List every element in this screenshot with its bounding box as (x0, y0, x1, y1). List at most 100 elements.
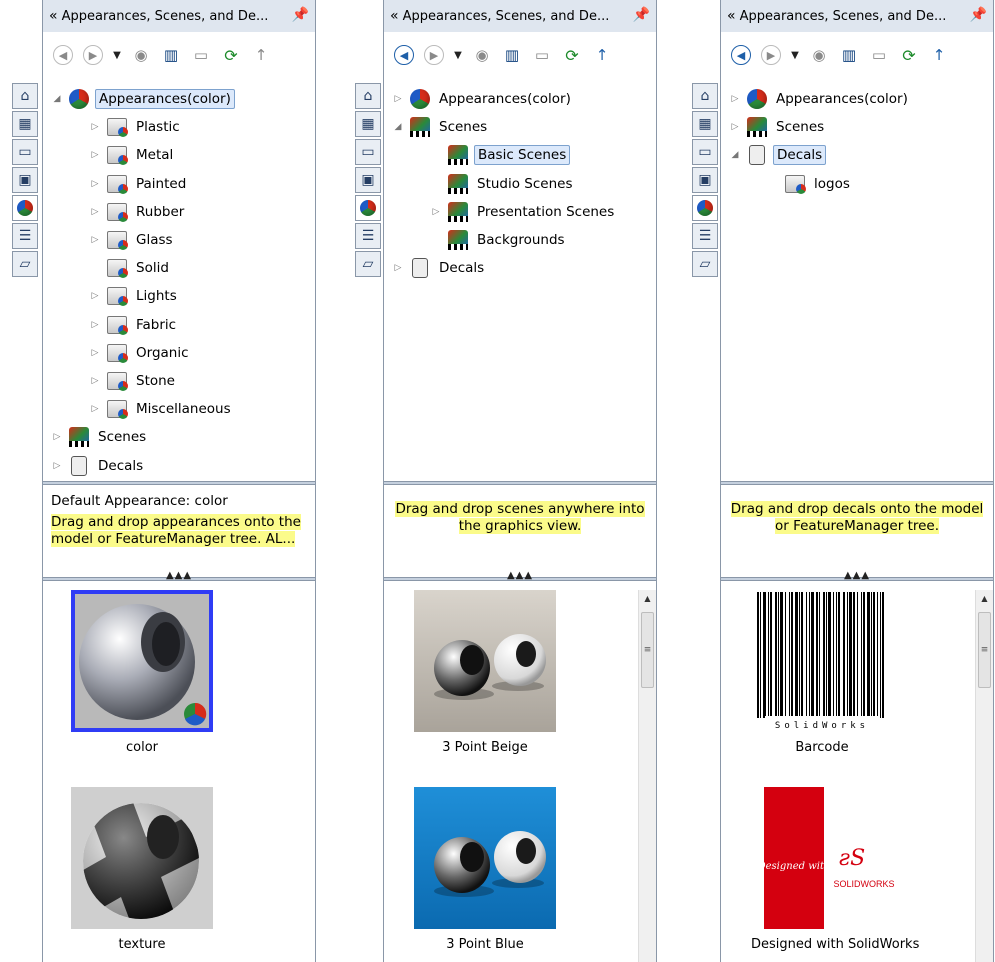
history-dropdown-icon[interactable]: ▼ (113, 45, 121, 65)
splitter-grip-icon[interactable]: ▲▲▲ (844, 571, 870, 581)
properties-icon[interactable]: ☰ (692, 223, 718, 249)
expander-icon[interactable]: ▷ (51, 461, 63, 471)
splitter[interactable] (43, 481, 315, 485)
appearances-icon[interactable] (12, 195, 38, 221)
scroll-up-icon[interactable]: ▲ (976, 590, 993, 607)
expander-icon[interactable]: ▷ (392, 263, 404, 273)
parts-icon[interactable]: ▦ (12, 111, 38, 137)
properties-icon[interactable]: ☰ (355, 223, 381, 249)
parts-icon[interactable]: ▦ (692, 111, 718, 137)
forward-button[interactable]: ▶ (83, 45, 103, 65)
back-button[interactable]: ◀ (731, 45, 751, 65)
folder-icon[interactable]: ▭ (355, 139, 381, 165)
expander-icon[interactable]: ▷ (51, 432, 63, 442)
tree-item[interactable]: ▷ Presentation Scenes (430, 201, 617, 223)
tree-item[interactable]: Basic Scenes (430, 144, 571, 166)
expander-icon[interactable]: ▷ (89, 320, 101, 330)
scroll-thumb[interactable]: ≡ (641, 612, 654, 688)
tree-item[interactable]: Backgrounds (430, 229, 568, 251)
refresh-icon[interactable]: ⟳ (562, 45, 582, 65)
tree-item[interactable]: ▷ Stone (89, 370, 178, 392)
tree-item[interactable]: ▷ Rubber (89, 201, 187, 223)
tree-item[interactable]: ◢ Scenes (392, 116, 490, 138)
tree-item[interactable]: ▷ Decals (392, 257, 487, 279)
up-one-level-icon[interactable]: ↑ (251, 45, 271, 65)
folder-icon[interactable]: ▭ (12, 139, 38, 165)
tree-item[interactable]: ▷ Fabric (89, 314, 179, 336)
pin-icon[interactable]: 📌 (970, 7, 987, 23)
refresh-icon[interactable]: ⟳ (221, 45, 241, 65)
design-library-icon[interactable]: ▣ (355, 167, 381, 193)
add-to-library-icon[interactable]: ◉ (809, 45, 829, 65)
expander-icon[interactable]: ▷ (89, 291, 101, 301)
gallery-item[interactable]: SolidWorks Barcode (751, 590, 893, 755)
add-part-icon[interactable]: ▥ (839, 45, 859, 65)
gallery-item[interactable]: color (71, 590, 213, 755)
appearances-icon[interactable] (692, 195, 718, 221)
tree-item[interactable]: ▷ Appearances(color) (392, 88, 574, 110)
collapse-chevron-icon[interactable]: « (390, 8, 399, 24)
history-dropdown-icon[interactable]: ▼ (454, 45, 462, 65)
tree-item[interactable]: ▷ Scenes (51, 426, 149, 448)
scroll-up-icon[interactable]: ▲ (639, 590, 656, 607)
tree-item[interactable]: ▷ Plastic (89, 116, 183, 138)
appearances-icon[interactable] (355, 195, 381, 221)
splitter[interactable] (721, 481, 993, 485)
expander-icon[interactable]: ◢ (51, 94, 63, 104)
tree-item[interactable]: ▷ Organic (89, 342, 192, 364)
expander-icon[interactable]: ▷ (729, 122, 741, 132)
splitter-grip-icon[interactable]: ▲▲▲ (166, 571, 192, 581)
parts-icon[interactable]: ▦ (355, 111, 381, 137)
back-button[interactable]: ◀ (394, 45, 414, 65)
design-library-icon[interactable]: ▣ (12, 167, 38, 193)
expander-icon[interactable]: ▷ (89, 207, 101, 217)
back-button[interactable]: ◀ (53, 45, 73, 65)
tree-item[interactable]: ◢ Decals (729, 144, 827, 166)
tree-item[interactable]: ▷ Appearances(color) (729, 88, 911, 110)
expander-icon[interactable]: ▷ (89, 235, 101, 245)
home-icon[interactable]: ⌂ (692, 83, 718, 109)
tree-item[interactable]: ◢ Appearances(color) (51, 88, 235, 110)
gallery-item[interactable]: texture (71, 787, 213, 952)
home-icon[interactable]: ⌂ (12, 83, 38, 109)
splitter-grip-icon[interactable]: ▲▲▲ (507, 571, 533, 581)
gallery-item[interactable]: 3 Point Blue (414, 787, 556, 952)
tree-item[interactable]: logos (767, 173, 853, 195)
vertical-scrollbar[interactable]: ▲ ≡ (975, 590, 993, 962)
design-library-icon[interactable]: ▣ (692, 167, 718, 193)
expander-icon[interactable]: ▷ (89, 348, 101, 358)
add-folder-icon[interactable]: ▭ (869, 45, 889, 65)
expander-icon[interactable]: ▷ (89, 122, 101, 132)
pin-icon[interactable]: 📌 (292, 7, 309, 23)
expander-icon[interactable]: ▷ (89, 150, 101, 160)
expander-icon[interactable]: ◢ (729, 150, 741, 160)
add-folder-icon[interactable]: ▭ (532, 45, 552, 65)
forum-icon[interactable]: ▱ (692, 251, 718, 277)
forward-button[interactable]: ▶ (424, 45, 444, 65)
add-part-icon[interactable]: ▥ (502, 45, 522, 65)
gallery-item[interactable]: Designed with ƨS SOLIDWORKS Designed with S… (751, 787, 919, 952)
vertical-scrollbar[interactable]: ▲ ≡ (638, 590, 656, 962)
tree-item[interactable]: ▷ Glass (89, 229, 176, 251)
pin-icon[interactable]: 📌 (633, 7, 650, 23)
add-part-icon[interactable]: ▥ (161, 45, 181, 65)
tree-item[interactable]: ▷ Decals (51, 455, 146, 477)
tree-item[interactable]: ▷ Lights (89, 285, 180, 307)
scroll-thumb[interactable]: ≡ (978, 612, 991, 688)
up-one-level-icon[interactable]: ↑ (592, 45, 612, 65)
gallery-item[interactable]: 3 Point Beige (414, 590, 556, 755)
add-folder-icon[interactable]: ▭ (191, 45, 211, 65)
refresh-icon[interactable]: ⟳ (899, 45, 919, 65)
add-to-library-icon[interactable]: ◉ (472, 45, 492, 65)
expander-icon[interactable]: ▷ (729, 94, 741, 104)
tree-item[interactable]: Studio Scenes (430, 173, 575, 195)
tree-item[interactable]: ▷ Painted (89, 173, 189, 195)
folder-icon[interactable]: ▭ (692, 139, 718, 165)
expander-icon[interactable]: ▷ (89, 179, 101, 189)
tree-item[interactable]: ▷ Metal (89, 144, 176, 166)
expander-icon[interactable]: ▷ (89, 404, 101, 414)
splitter[interactable] (384, 481, 656, 485)
collapse-chevron-icon[interactable]: « (49, 8, 58, 24)
collapse-chevron-icon[interactable]: « (727, 8, 736, 24)
properties-icon[interactable]: ☰ (12, 223, 38, 249)
